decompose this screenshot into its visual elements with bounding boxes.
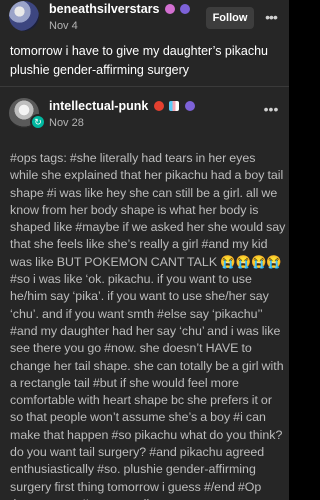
divider — [0, 86, 289, 87]
post-date: Nov 4 — [49, 20, 78, 32]
tags-text: #ops tags: #she literally had tears in h… — [10, 151, 286, 500]
original-post-text: tomorrow i have to give my daughter’s pi… — [10, 44, 269, 77]
username-text[interactable]: intellectual-punk — [49, 99, 148, 113]
badge-icon — [164, 4, 175, 14]
badge-icon — [153, 101, 164, 111]
username-text[interactable]: beneathsilverstars — [49, 2, 159, 16]
post-card: beneathsilverstars Nov 4 Follow ••• tomo… — [0, 0, 289, 500]
badge-icon — [180, 4, 191, 14]
badge-icon — [184, 101, 195, 111]
more-options-icon[interactable]: ••• — [262, 102, 280, 120]
username-link[interactable]: beneathsilverstars — [49, 2, 191, 16]
more-options-icon[interactable]: ••• — [262, 10, 280, 28]
reblog-icon: ↻ — [30, 114, 46, 130]
trans-flag-icon — [169, 101, 180, 111]
reblogger-username-link[interactable]: intellectual-punk — [49, 99, 195, 113]
follow-button[interactable]: Follow — [206, 7, 254, 29]
reblog-date: Nov 28 — [49, 117, 84, 129]
avatar-beneathsilverstars[interactable] — [9, 1, 39, 31]
original-post-header: beneathsilverstars Nov 4 Follow ••• — [0, 0, 289, 40]
